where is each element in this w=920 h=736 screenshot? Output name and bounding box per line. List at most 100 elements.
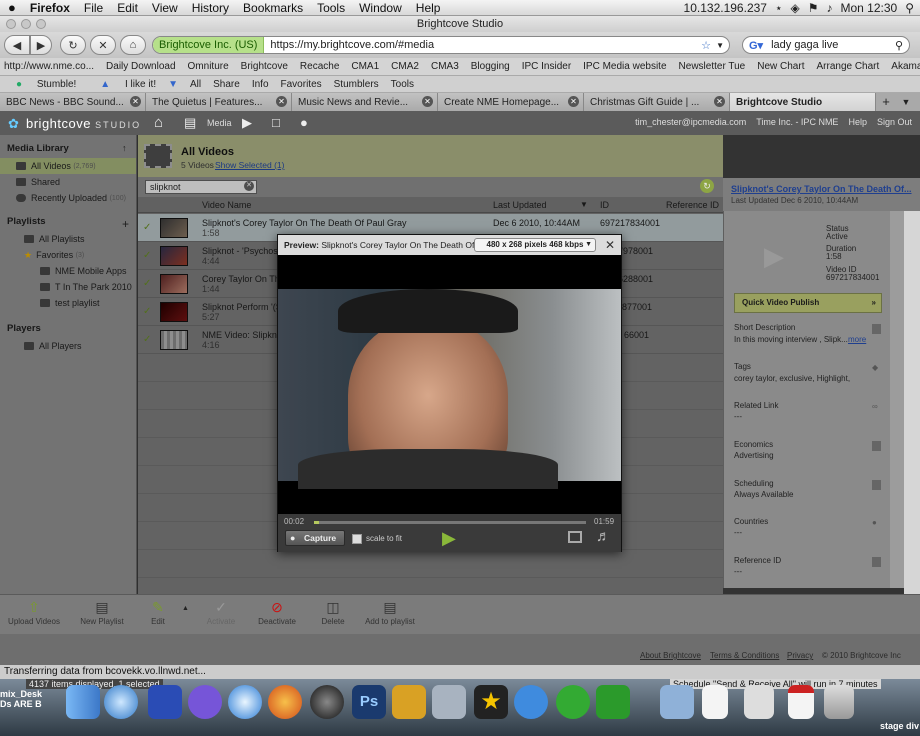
bookmark-item[interactable]: Omniture — [188, 61, 229, 72]
bookmark-item[interactable]: Akamai EdgeControl — [891, 61, 920, 72]
menu-window[interactable]: Window — [359, 1, 402, 15]
volume-icon[interactable]: ♬ — [596, 528, 611, 545]
bookmark-item[interactable]: CMA2 — [391, 61, 419, 72]
deactivate-button[interactable]: ⊘ Deactivate — [247, 599, 307, 626]
bookmark-item[interactable]: IPC Media website — [583, 61, 666, 72]
search-box[interactable]: G▾ lady gaga live ⚲ — [742, 36, 910, 54]
link-icon[interactable]: ∞ — [872, 402, 878, 411]
like-button[interactable]: ▲ I like it! — [88, 79, 156, 90]
document-icon[interactable] — [744, 685, 774, 719]
globe-icon[interactable]: ● — [872, 518, 877, 527]
vcs-document-icon[interactable] — [788, 685, 814, 719]
scissors-icon[interactable] — [432, 685, 466, 719]
menu-view[interactable]: View — [152, 1, 178, 15]
close-tab-icon[interactable]: ✕ — [714, 96, 725, 107]
bookmark-item[interactable]: Brightcove — [241, 61, 288, 72]
new-tab-button[interactable]: + — [876, 93, 896, 111]
details-title[interactable]: Slipknot's Corey Taylor On The Death Of.… — [731, 184, 912, 194]
tab-nme-homepage[interactable]: Create NME Homepage... ✕ — [438, 93, 584, 111]
bookmark-star-icon[interactable]: ☆ — [701, 39, 711, 52]
flag-icon[interactable]: ⚑ — [808, 1, 819, 15]
bookmark-item[interactable]: Blogging — [471, 61, 510, 72]
url-bar[interactable]: Brightcove Inc. (US) https://my.brightco… — [152, 36, 730, 54]
trash-can-icon[interactable] — [824, 685, 854, 719]
bookmark-item[interactable]: Recache — [300, 61, 339, 72]
spotlight-icon[interactable]: ⚲ — [905, 1, 914, 15]
close-icon[interactable]: ✕ — [605, 238, 615, 252]
new-playlist-button[interactable]: ▤ New Playlist — [72, 599, 132, 626]
privacy-link[interactable]: Privacy — [787, 651, 813, 660]
bookmark-item[interactable]: CMA1 — [351, 61, 379, 72]
home-button[interactable]: ⌂ — [120, 35, 146, 55]
menu-help[interactable]: Help — [416, 1, 441, 15]
google-icon[interactable]: G▾ — [749, 39, 763, 52]
stumblers-button[interactable]: Stumblers — [334, 79, 379, 90]
activate-button[interactable]: ✓ Activate — [191, 599, 251, 626]
tag-icon[interactable]: ◆ — [872, 363, 878, 372]
menu-edit[interactable]: Edit — [117, 1, 138, 15]
minimize-window-icon[interactable] — [21, 19, 31, 29]
tab-list-button[interactable]: ▼ — [896, 93, 916, 111]
reload-button[interactable]: ↻ — [60, 35, 86, 55]
media-icon[interactable]: ▤ — [184, 115, 196, 131]
economics-icon[interactable] — [872, 441, 881, 451]
about-link[interactable]: About Brightcove — [640, 651, 701, 660]
spotify-icon[interactable] — [556, 685, 590, 719]
sign-out-link[interactable]: Sign Out — [877, 117, 912, 127]
edit-dropdown-icon[interactable]: ▲ — [182, 605, 189, 612]
close-tab-icon[interactable]: ✕ — [568, 96, 579, 107]
help-link[interactable]: Help — [848, 117, 867, 127]
back-button[interactable]: ◀ — [4, 35, 30, 55]
clock[interactable]: Mon 12:30 — [840, 1, 897, 15]
close-tab-icon[interactable]: ✕ — [130, 96, 141, 107]
url-text[interactable]: https://my.brightcove.com/#media — [270, 39, 434, 51]
more-link[interactable]: more — [848, 335, 866, 344]
play-preview-icon[interactable]: ▶ — [764, 241, 784, 272]
all-dropdown[interactable]: All — [190, 79, 201, 90]
terms-link[interactable]: Terms & Conditions — [710, 651, 779, 660]
calendar-icon[interactable] — [872, 480, 881, 490]
search-icon[interactable]: ⚲ — [895, 39, 903, 52]
account-name[interactable]: Time Inc. - IPC NME — [756, 117, 838, 127]
upload-videos-button[interactable]: ⇧ Upload Videos — [4, 599, 64, 626]
capture-button[interactable]: ● Capture — [285, 530, 345, 546]
itunes-icon[interactable] — [104, 685, 138, 719]
bookmark-item[interactable]: Daily Download — [106, 61, 175, 72]
bluetooth-icon[interactable]: ⋆ — [775, 1, 783, 15]
thumbs-down-icon[interactable]: ▼ — [168, 79, 178, 90]
forward-button[interactable]: ▶ — [30, 35, 52, 55]
home-icon[interactable]: ⌂ — [154, 114, 163, 131]
firefox-icon[interactable] — [268, 685, 302, 719]
edit-desc-icon[interactable] — [872, 324, 881, 334]
players-icon[interactable]: □ — [272, 115, 280, 130]
media-tab[interactable]: Media — [207, 118, 232, 128]
add-to-playlist-button[interactable]: ▤ Add to playlist — [360, 599, 420, 626]
skype-icon[interactable] — [188, 685, 222, 719]
tab-bbc-news[interactable]: BBC News - BBC Sound... ✕ — [0, 93, 146, 111]
details-scrollbar[interactable] — [890, 211, 904, 588]
tab-music-news[interactable]: Music News and Revie... ✕ — [292, 93, 438, 111]
tab-the-quietus[interactable]: The Quietus | Features... ✕ — [146, 93, 292, 111]
edit-button[interactable]: ✎ Edit — [128, 599, 188, 626]
search-input[interactable]: lady gaga live — [771, 39, 838, 51]
zoom-window-icon[interactable] — [36, 19, 46, 29]
stop-button[interactable]: ✕ — [90, 35, 116, 55]
video-player[interactable] — [278, 255, 621, 515]
stumble-button[interactable]: ● Stumble! — [4, 79, 76, 90]
scale-checkbox[interactable] — [352, 534, 362, 544]
wordpress-icon[interactable] — [148, 685, 182, 719]
seek-bar[interactable] — [314, 521, 586, 524]
ichat-icon[interactable] — [514, 685, 548, 719]
play-icon[interactable]: ▶ — [442, 528, 456, 549]
menu-file[interactable]: File — [84, 1, 103, 15]
menu-app[interactable]: Firefox — [30, 1, 70, 15]
bookmark-item[interactable]: http://www.nme.co... — [4, 61, 94, 72]
url-dropdown-icon[interactable]: ▼ — [716, 41, 724, 50]
reference-id-icon[interactable] — [872, 557, 881, 567]
imovie-icon[interactable]: ★ — [474, 685, 508, 719]
dashboard-icon[interactable] — [310, 685, 344, 719]
bookmark-item[interactable]: CMA3 — [431, 61, 459, 72]
fullscreen-icon[interactable] — [568, 531, 582, 543]
publishing-icon[interactable]: ▶ — [242, 115, 252, 131]
menu-bookmarks[interactable]: Bookmarks — [243, 1, 303, 15]
